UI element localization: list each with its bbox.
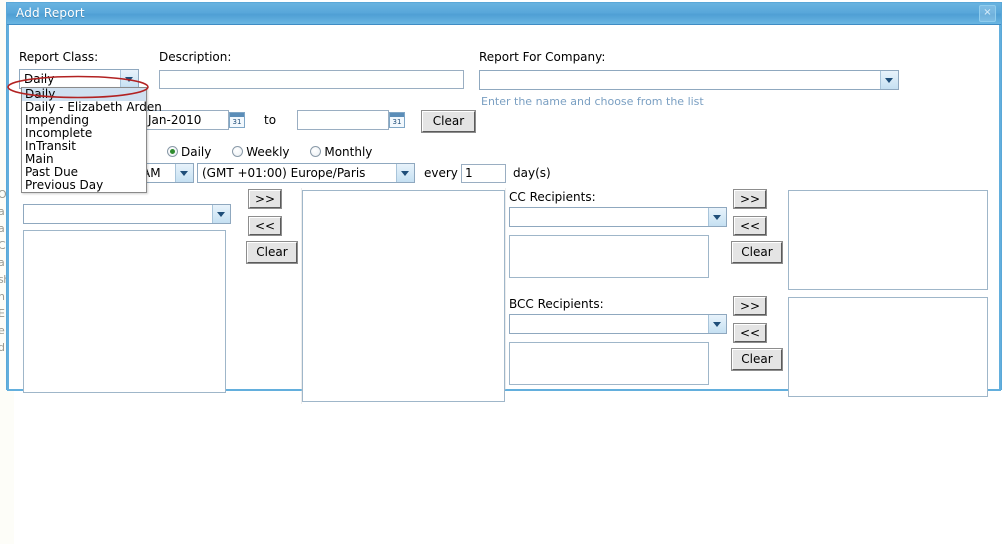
description-input[interactable] [159, 70, 464, 89]
radio-monthly-icon[interactable] [310, 146, 322, 157]
frequency-monthly-label: Monthly [324, 145, 373, 159]
report-class-dropdown-list[interactable]: Daily Daily - Elizabeth Arden Impending Inc… [21, 87, 162, 193]
to-clear-button[interactable]: Clear [246, 241, 298, 264]
to-add-button[interactable]: >> [248, 189, 282, 209]
date-clear-button[interactable]: Clear [421, 110, 476, 133]
screen: O a a C a sh n E e d Add Report × Report… [0, 0, 1008, 544]
chevron-down-icon[interactable] [708, 315, 726, 333]
chevron-down-icon[interactable] [880, 71, 898, 89]
frequency-radio-group[interactable]: Daily Weekly Monthly [167, 145, 389, 159]
cc-clear-button[interactable]: Clear [731, 241, 783, 264]
report-class-value: Daily [24, 72, 55, 86]
report-class-option[interactable]: Previous Day [22, 179, 146, 192]
to-selected-listbox[interactable] [302, 190, 505, 402]
cc-remove-button[interactable]: << [733, 216, 767, 236]
frequency-weekly-label: Weekly [246, 145, 290, 159]
group-divider [505, 188, 506, 390]
to-recipients-listbox[interactable] [23, 230, 226, 393]
date-to-input[interactable] [297, 110, 389, 130]
date-from-text: -Jan-2010 [143, 113, 202, 127]
bcc-clear-button[interactable]: Clear [731, 348, 783, 371]
close-icon[interactable]: × [979, 5, 996, 22]
interval-value: 1 [465, 166, 473, 180]
interval-unit-label: day(s) [513, 166, 551, 180]
bcc-add-button[interactable]: >> [733, 296, 767, 316]
frequency-option-monthly[interactable]: Monthly [310, 145, 372, 159]
calendar-icon[interactable]: 31 [389, 112, 405, 128]
report-class-label: Report Class: [19, 50, 99, 64]
calendar-icon[interactable]: 31 [229, 112, 245, 128]
date-to-label: to [264, 113, 277, 127]
chevron-down-icon[interactable] [212, 205, 230, 223]
radio-weekly-icon[interactable] [232, 146, 244, 157]
group-divider [301, 188, 302, 404]
report-class-combo[interactable]: Daily [19, 69, 139, 89]
radio-daily-icon[interactable] [167, 146, 178, 157]
bcc-remove-button[interactable]: << [733, 323, 767, 343]
cc-recipients-listbox[interactable] [509, 235, 709, 278]
company-hint: Enter the name and choose from the list [481, 95, 704, 108]
dialog-title-bar: Add Report × [7, 3, 1001, 25]
frequency-option-daily[interactable]: Daily [167, 145, 211, 159]
bcc-recipients-label: BCC Recipients: [509, 297, 604, 311]
to-remove-button[interactable]: << [248, 216, 282, 236]
timezone-value: (GMT +01:00) Europe/Paris [202, 166, 366, 180]
frequency-option-weekly[interactable]: Weekly [232, 145, 290, 159]
cc-selected-listbox[interactable] [788, 190, 988, 290]
timezone-combo[interactable]: (GMT +01:00) Europe/Paris [197, 163, 415, 183]
to-recipients-combo[interactable] [23, 204, 231, 224]
chevron-down-icon[interactable] [396, 164, 414, 182]
cc-recipients-label: CC Recipients: [509, 190, 596, 204]
chevron-down-icon[interactable] [708, 208, 726, 226]
chevron-down-icon[interactable] [120, 70, 138, 88]
calendar-icon-day: 31 [392, 118, 402, 126]
dialog-title: Add Report [16, 6, 85, 20]
chevron-down-icon[interactable] [175, 164, 193, 182]
cc-recipients-combo[interactable] [509, 207, 727, 227]
description-label: Description: [159, 50, 232, 64]
calendar-icon-day: 31 [232, 118, 242, 126]
cc-add-button[interactable]: >> [733, 189, 767, 209]
bcc-recipients-combo[interactable] [509, 314, 727, 334]
report-for-company-combo[interactable] [479, 70, 899, 90]
frequency-daily-label: Daily [181, 145, 212, 159]
dialog-body: Report Class: Description: Report For Co… [7, 25, 1001, 404]
add-report-dialog: Add Report × Report Class: Description: … [6, 2, 1002, 404]
bcc-selected-listbox[interactable] [788, 297, 988, 397]
every-label: every [424, 166, 458, 180]
bcc-recipients-listbox[interactable] [509, 342, 709, 385]
report-for-company-label: Report For Company: [479, 50, 606, 64]
